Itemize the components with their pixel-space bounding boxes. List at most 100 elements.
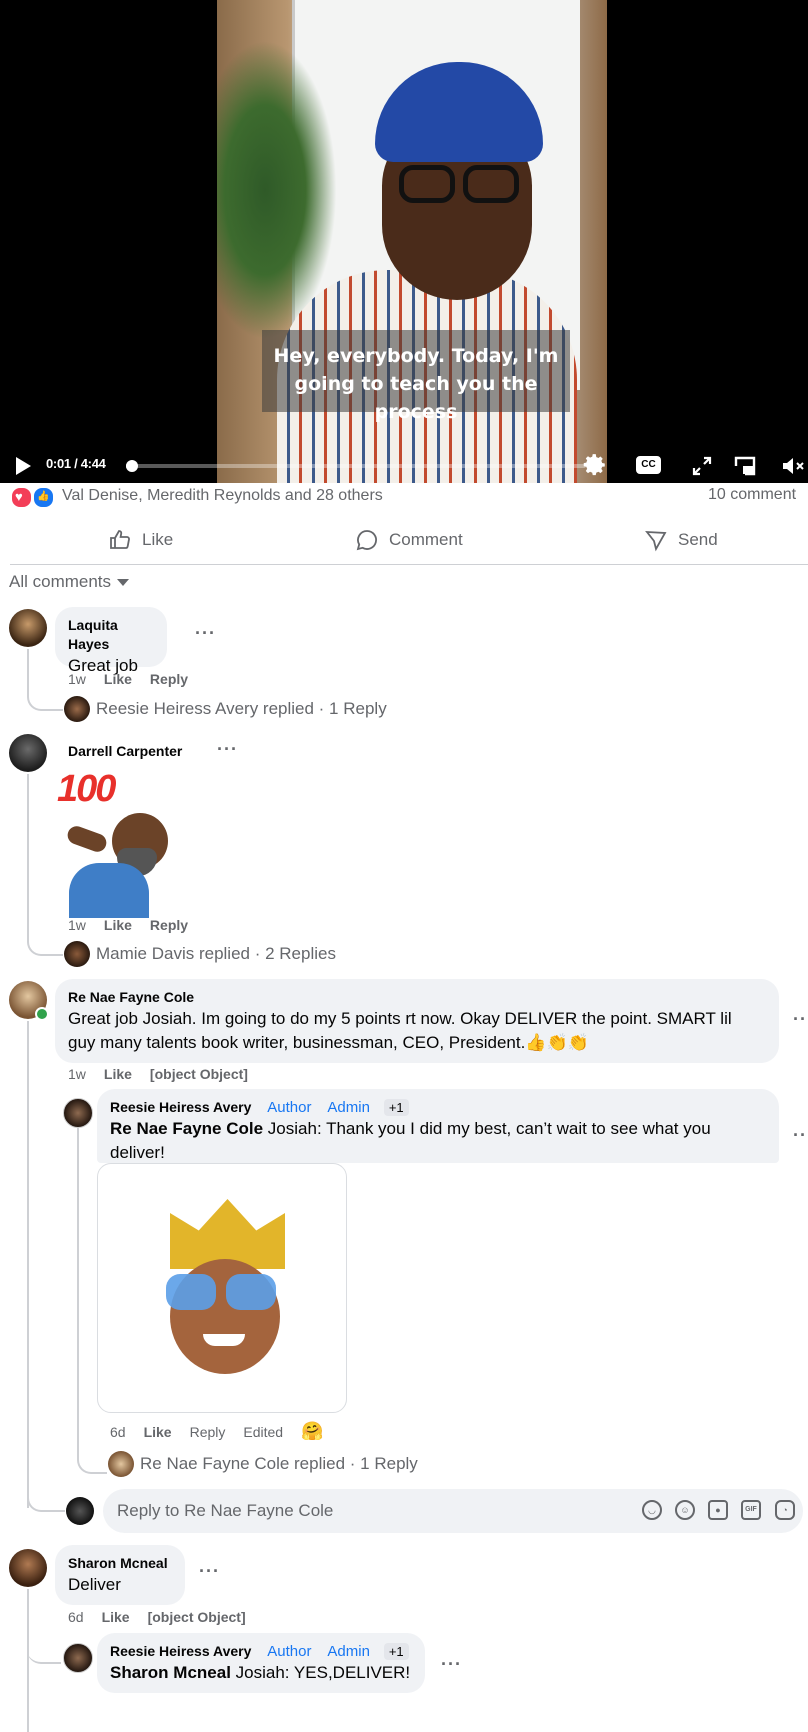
comment-meta: 1w Like Reply bbox=[68, 917, 188, 933]
gear-icon[interactable] bbox=[582, 452, 608, 478]
comment-filter[interactable]: All comments bbox=[9, 572, 130, 592]
comment-button[interactable]: Comment bbox=[355, 520, 463, 560]
more-options-icon[interactable]: ··· bbox=[793, 1125, 808, 1146]
camera-icon[interactable]: ● bbox=[708, 1500, 728, 1520]
video-player[interactable]: Hey, everybody. Today, I'm going to teac… bbox=[0, 0, 808, 483]
sticker-icon[interactable]: ◔ bbox=[775, 1500, 795, 1520]
comment-bubble: Sharon Mcneal Deliver bbox=[55, 1545, 185, 1605]
thread-line bbox=[27, 1589, 29, 1732]
avatar bbox=[64, 696, 90, 722]
thread-line bbox=[27, 1440, 65, 1512]
view-replies[interactable]: Mamie Davis replied · 2 Replies bbox=[64, 941, 336, 967]
replies-summary: Re Nae Fayne Cole replied · 1 Reply bbox=[140, 1454, 418, 1473]
author-badge: Author bbox=[267, 1643, 312, 1660]
more-options-icon[interactable]: ··· bbox=[195, 623, 216, 644]
reaction-summary[interactable]: Val Denise, Meredith Reynolds and 28 oth… bbox=[10, 484, 808, 509]
caption-line-2: going to teach you the process bbox=[294, 373, 538, 423]
gif-icon[interactable]: GIF bbox=[741, 1500, 761, 1520]
video-controls: 0:01 / 4:44 CC bbox=[0, 450, 808, 483]
comment-text: Deliver bbox=[68, 1575, 121, 1594]
like-label: Like bbox=[142, 530, 174, 549]
comment-author[interactable]: Laquita Hayes bbox=[68, 616, 154, 654]
reply-meta: 6d Like Reply Edited 🤗 bbox=[110, 1421, 324, 1442]
like-link[interactable]: Like bbox=[102, 1609, 130, 1625]
reply-link[interactable]: Reply bbox=[150, 671, 188, 687]
avatar[interactable] bbox=[63, 1098, 93, 1128]
reaction-names[interactable]: Val Denise, Meredith Reynolds and 28 oth… bbox=[62, 487, 383, 505]
more-badges[interactable]: +1 bbox=[383, 1099, 409, 1116]
mention[interactable]: Sharon Mcneal bbox=[110, 1663, 231, 1682]
reply-author[interactable]: Reesie Heiress Avery bbox=[110, 1643, 251, 1659]
cc-icon[interactable]: CC bbox=[636, 456, 661, 474]
more-options-icon[interactable]: ··· bbox=[199, 1561, 220, 1582]
view-replies[interactable]: Reesie Heiress Avery replied · 1 Reply bbox=[64, 696, 387, 722]
avatar[interactable] bbox=[9, 609, 47, 647]
mute-icon[interactable] bbox=[780, 454, 808, 478]
fullscreen-icon[interactable] bbox=[690, 454, 714, 478]
play-icon[interactable] bbox=[16, 457, 31, 475]
video-caption: Hey, everybody. Today, I'm going to teac… bbox=[262, 330, 570, 423]
progress-knob[interactable] bbox=[126, 460, 138, 472]
comment-count[interactable]: 10 comment bbox=[708, 486, 796, 504]
reply-placeholder: Reply to Re Nae Fayne Cole bbox=[117, 1501, 334, 1520]
comment-meta: 6d Like [object Object] bbox=[68, 1609, 246, 1625]
like-link[interactable]: Like bbox=[144, 1424, 172, 1442]
avatar[interactable] bbox=[9, 1549, 47, 1587]
more-badges[interactable]: +1 bbox=[383, 1643, 409, 1660]
thread-line bbox=[27, 1021, 29, 1508]
like-link[interactable]: Like bbox=[104, 1066, 132, 1082]
more-options-icon[interactable]: ··· bbox=[217, 739, 238, 760]
thread-line bbox=[27, 774, 63, 956]
like-reaction-icon bbox=[32, 486, 55, 509]
comment-author[interactable]: Sharon Mcneal bbox=[68, 1554, 172, 1573]
comment-text-line-2: guy many talents book writer, businessma… bbox=[68, 1033, 589, 1052]
reply-author[interactable]: Reesie Heiress Avery bbox=[110, 1099, 251, 1115]
author-badge: Author bbox=[267, 1099, 312, 1116]
admin-badge: Admin bbox=[327, 1099, 370, 1116]
comment-icon bbox=[356, 530, 377, 551]
comment-bubble: Laquita Hayes Great job bbox=[55, 607, 167, 675]
mention[interactable]: Re Nae Fayne Cole bbox=[110, 1119, 263, 1138]
reply-bubble: Reesie Heiress Avery Author Admin +1 Re … bbox=[97, 1089, 779, 1163]
avatar bbox=[108, 1451, 134, 1477]
more-options-icon[interactable]: ··· bbox=[441, 1654, 462, 1675]
reply-time[interactable]: 6d bbox=[110, 1424, 126, 1442]
hug-reaction-icon[interactable]: 🤗 bbox=[301, 1421, 323, 1442]
thread-line bbox=[77, 1128, 107, 1474]
reply-link[interactable]: Reply bbox=[150, 917, 188, 933]
comment-meta: 1w Like Reply bbox=[68, 671, 188, 687]
reply-link[interactable]: Reply bbox=[190, 1424, 226, 1442]
more-options-icon[interactable]: ··· bbox=[793, 1009, 808, 1030]
picture-in-picture-icon[interactable] bbox=[732, 454, 758, 478]
reply-input[interactable]: Reply to Re Nae Fayne Cole ◡ ☺ ● GIF ◔ bbox=[103, 1489, 803, 1533]
avatar[interactable] bbox=[9, 734, 47, 772]
memoji-glasses-right bbox=[226, 1274, 276, 1310]
comment-time[interactable]: 1w bbox=[68, 1066, 86, 1082]
filter-label: All comments bbox=[9, 572, 112, 591]
online-status-indicator bbox=[35, 1007, 49, 1021]
send-icon bbox=[645, 530, 667, 552]
comment-time[interactable]: 1w bbox=[68, 917, 86, 933]
comment-time[interactable]: 1w bbox=[68, 671, 86, 687]
person-glasses bbox=[389, 165, 529, 205]
comment-author[interactable]: Re Nae Fayne Cole bbox=[68, 988, 766, 1007]
reply-link[interactable]: [object Object] bbox=[148, 1609, 246, 1625]
progress-bar[interactable] bbox=[126, 460, 586, 472]
comment-time[interactable]: 6d bbox=[68, 1609, 84, 1625]
avatar-sticker-icon[interactable]: ◡ bbox=[642, 1500, 662, 1520]
emoji-icon[interactable]: ☺ bbox=[675, 1500, 695, 1520]
reply-link[interactable]: [object Object] bbox=[150, 1066, 248, 1082]
like-link[interactable]: Like bbox=[104, 917, 132, 933]
edited-label[interactable]: Edited bbox=[243, 1424, 283, 1442]
like-link[interactable]: Like bbox=[104, 671, 132, 687]
send-button[interactable]: Send bbox=[644, 520, 718, 560]
love-reaction-icon bbox=[10, 486, 33, 509]
reply-text: Josiah: YES,DELIVER! bbox=[235, 1663, 411, 1682]
reply-image[interactable] bbox=[97, 1163, 347, 1413]
view-replies[interactable]: Re Nae Fayne Cole replied · 1 Reply bbox=[108, 1451, 418, 1477]
avatar[interactable] bbox=[63, 1643, 93, 1673]
like-button[interactable]: Like bbox=[108, 520, 173, 560]
memoji-glasses-left bbox=[166, 1274, 216, 1310]
comment-author[interactable]: Darrell Carpenter bbox=[68, 742, 182, 761]
thread-line bbox=[27, 649, 63, 711]
